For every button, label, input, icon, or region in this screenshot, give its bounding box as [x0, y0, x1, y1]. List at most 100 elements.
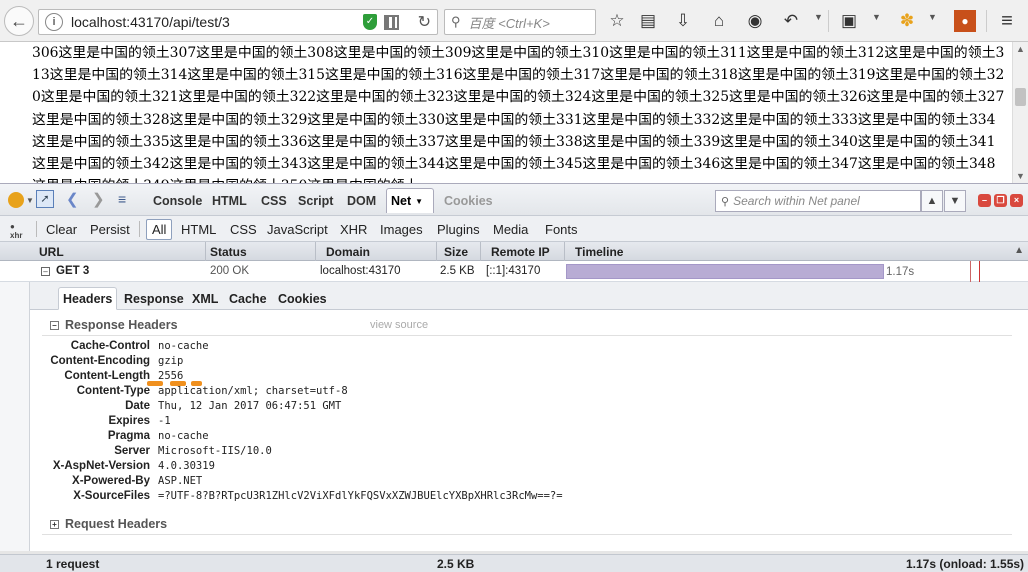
- tab-xml[interactable]: XML: [188, 287, 222, 310]
- filter-images[interactable]: Images: [375, 219, 428, 240]
- tab-net-label: Net: [391, 194, 412, 208]
- collapse-icon[interactable]: –: [41, 267, 50, 276]
- column-divider[interactable]: [436, 242, 437, 261]
- highlight-mark: [191, 381, 202, 386]
- url-text[interactable]: localhost:43170/api/test/3: [71, 14, 230, 30]
- page-scrollbar[interactable]: ▲ ▼: [1012, 42, 1028, 183]
- filter-css[interactable]: CSS: [225, 219, 262, 240]
- back-button[interactable]: ←: [4, 6, 34, 36]
- tab-cookies[interactable]: Cookies: [440, 188, 497, 213]
- command-line-icon[interactable]: ≡: [118, 191, 126, 207]
- column-domain[interactable]: Domain: [326, 245, 370, 259]
- bookmark-star-icon[interactable]: ☆: [606, 10, 628, 32]
- chevron-down-icon[interactable]: ▼: [415, 197, 423, 206]
- request-headers-section[interactable]: + Request Headers: [50, 517, 167, 531]
- tab-response[interactable]: Response: [120, 287, 188, 310]
- search-down-icon[interactable]: ▼: [944, 190, 966, 212]
- filter-all[interactable]: All: [146, 219, 173, 240]
- minimize-icon[interactable]: –: [978, 194, 991, 207]
- chevron-down-icon[interactable]: ▼: [814, 12, 823, 22]
- arrow-forward-icon[interactable]: ❯: [92, 190, 105, 208]
- detach-icon[interactable]: ❐: [994, 194, 1007, 207]
- header-row: Content-Encoding gzip: [30, 355, 930, 370]
- firebug-icon[interactable]: ✽: [896, 10, 918, 32]
- filter-fonts[interactable]: Fonts: [540, 219, 583, 240]
- header-value: ASP.NET: [158, 475, 203, 487]
- filter-html[interactable]: HTML: [176, 219, 221, 240]
- tab-cookies-detail[interactable]: Cookies: [274, 287, 331, 310]
- tab-console[interactable]: Console: [149, 188, 206, 213]
- filter-xhr[interactable]: XHR: [335, 219, 372, 240]
- tab-cache[interactable]: Cache: [225, 287, 271, 310]
- column-divider[interactable]: [480, 242, 481, 261]
- undo-icon[interactable]: ↶: [780, 10, 802, 32]
- reload-icon[interactable]: ↻: [418, 12, 431, 32]
- column-url[interactable]: URL: [39, 245, 64, 259]
- response-headers-section[interactable]: – Response Headers: [50, 318, 178, 332]
- qr-code-icon[interactable]: [384, 15, 399, 30]
- scroll-up-icon[interactable]: ▲: [1016, 44, 1025, 54]
- table-row[interactable]: – GET 3 200 OK localhost:43170 2.5 KB [:…: [0, 261, 1028, 282]
- address-bar[interactable]: i localhost:43170/api/test/3 ✓ ↻: [38, 9, 438, 35]
- chevron-down-icon[interactable]: ▼: [26, 196, 34, 205]
- search-placeholder[interactable]: 百度 <Ctrl+K>: [469, 13, 550, 32]
- info-icon[interactable]: i: [45, 13, 63, 31]
- tab-net[interactable]: Net ▼: [386, 188, 434, 213]
- highlight-mark: [170, 381, 186, 386]
- filter-javascript[interactable]: JavaScript: [262, 219, 333, 240]
- divider: [42, 335, 1012, 336]
- inspect-element-icon[interactable]: ➚: [36, 190, 54, 208]
- net-search-input[interactable]: ⚲ Search within Net panel: [715, 190, 921, 212]
- sort-up-icon[interactable]: ▲: [1014, 245, 1024, 256]
- column-divider[interactable]: [205, 242, 206, 261]
- firebug-bug-icon[interactable]: [8, 192, 24, 208]
- column-remote-ip[interactable]: Remote IP: [491, 245, 550, 259]
- header-row: X-Powered-By ASP.NET: [30, 475, 930, 490]
- column-timeline[interactable]: Timeline: [575, 245, 623, 259]
- filter-plugins[interactable]: Plugins: [432, 219, 485, 240]
- chevron-down-icon[interactable]: ▼: [928, 12, 937, 22]
- net-gutter: [0, 282, 29, 551]
- arrow-back-icon[interactable]: ❮: [66, 190, 79, 208]
- shield-icon[interactable]: ✓: [363, 14, 377, 30]
- view-source-link[interactable]: view source: [370, 319, 428, 331]
- persist-button[interactable]: Persist: [85, 219, 135, 240]
- column-divider[interactable]: [564, 242, 565, 261]
- search-bar[interactable]: ⚲ 百度 <Ctrl+K>: [444, 9, 596, 35]
- collapse-icon[interactable]: –: [50, 320, 59, 330]
- reader-view-icon[interactable]: ▤: [637, 10, 659, 32]
- scroll-down-icon[interactable]: ▼: [1016, 171, 1025, 181]
- net-search-placeholder[interactable]: Search within Net panel: [733, 194, 860, 208]
- timeline-bar[interactable]: [566, 264, 884, 279]
- tab-headers[interactable]: Headers: [58, 287, 118, 310]
- request-status: 200 OK: [210, 265, 249, 277]
- header-key: Date: [125, 400, 150, 412]
- search-up-icon[interactable]: ▲: [921, 190, 943, 212]
- filter-media[interactable]: Media: [488, 219, 533, 240]
- extension-icon[interactable]: ●: [954, 10, 976, 32]
- header-key: X-Powered-By: [72, 475, 150, 487]
- header-row: Server Microsoft-IIS/10.0: [30, 445, 930, 460]
- chevron-down-icon[interactable]: ▼: [872, 12, 881, 22]
- chat-icon[interactable]: ◉: [744, 10, 766, 32]
- tab-css[interactable]: CSS: [257, 188, 291, 213]
- download-icon[interactable]: ⇩: [672, 10, 694, 32]
- scroll-thumb[interactable]: [1015, 88, 1026, 106]
- column-status[interactable]: Status: [210, 245, 247, 259]
- toolbar-divider: [828, 10, 829, 32]
- request-size: 2.5 KB: [440, 265, 475, 277]
- crop-icon[interactable]: ▣: [838, 10, 860, 32]
- tab-html[interactable]: HTML: [208, 188, 251, 213]
- expand-icon[interactable]: +: [50, 519, 59, 529]
- header-row: Content-Type application/xml; charset=utf…: [30, 385, 930, 400]
- menu-icon[interactable]: ≡: [996, 10, 1018, 32]
- xhr-icon[interactable]: ● xhr: [10, 222, 22, 240]
- tab-script[interactable]: Script: [294, 188, 337, 213]
- request-url[interactable]: GET 3: [56, 265, 89, 277]
- tab-dom[interactable]: DOM: [343, 188, 380, 213]
- column-divider[interactable]: [315, 242, 316, 261]
- column-size[interactable]: Size: [444, 245, 468, 259]
- clear-button[interactable]: Clear: [41, 219, 82, 240]
- home-icon[interactable]: ⌂: [708, 10, 730, 32]
- close-icon[interactable]: ×: [1010, 194, 1023, 207]
